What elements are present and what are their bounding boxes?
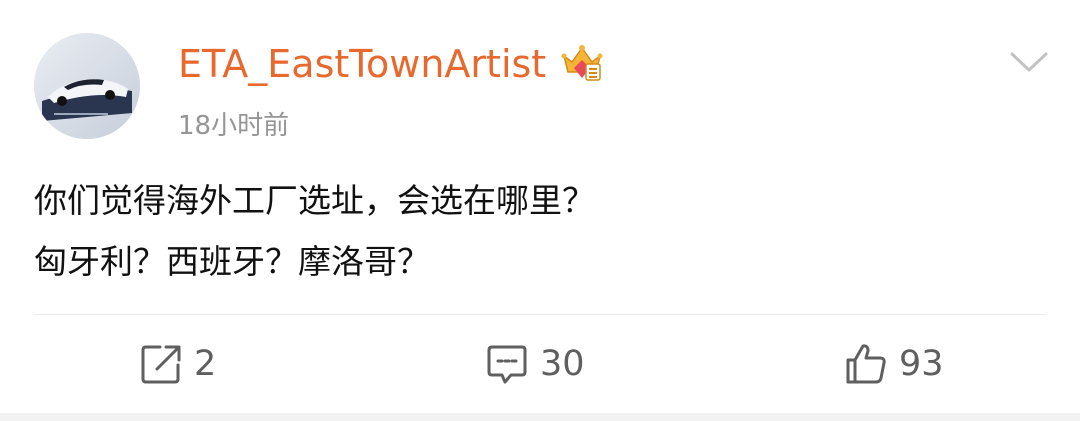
avatar-image <box>34 33 140 139</box>
divider <box>34 314 1046 315</box>
avatar[interactable] <box>34 33 140 139</box>
chevron-down-icon[interactable] <box>1004 44 1054 78</box>
post-content: 你们觉得海外工厂选址，会选在哪里？ 匈牙利？西班牙？摩洛哥？ <box>34 170 1044 292</box>
comment-button[interactable]: 30 <box>484 337 585 391</box>
post-separator-bar <box>0 413 1080 421</box>
post-content-line: 你们觉得海外工厂选址，会选在哪里？ <box>34 181 595 220</box>
repost-count: 2 <box>194 344 217 384</box>
repost-icon <box>141 345 181 384</box>
post-timestamp: 18小时前 <box>178 111 290 141</box>
post-content-line: 匈牙利？西班牙？摩洛哥？ <box>34 242 430 281</box>
crown-badge-icon[interactable] <box>560 42 604 84</box>
username[interactable]: ETA_EastTownArtist <box>178 38 546 90</box>
weibo-post-card: ETA_EastTownArtist 18小时前 你们觉得海外工厂选址，会选在哪… <box>0 0 1080 421</box>
thumbs-up-icon <box>846 344 886 384</box>
like-count: 93 <box>899 344 944 384</box>
like-button[interactable]: 93 <box>843 337 944 391</box>
comment-count: 30 <box>540 344 585 384</box>
repost-button[interactable]: 2 <box>138 337 216 391</box>
comment-icon <box>487 345 527 384</box>
